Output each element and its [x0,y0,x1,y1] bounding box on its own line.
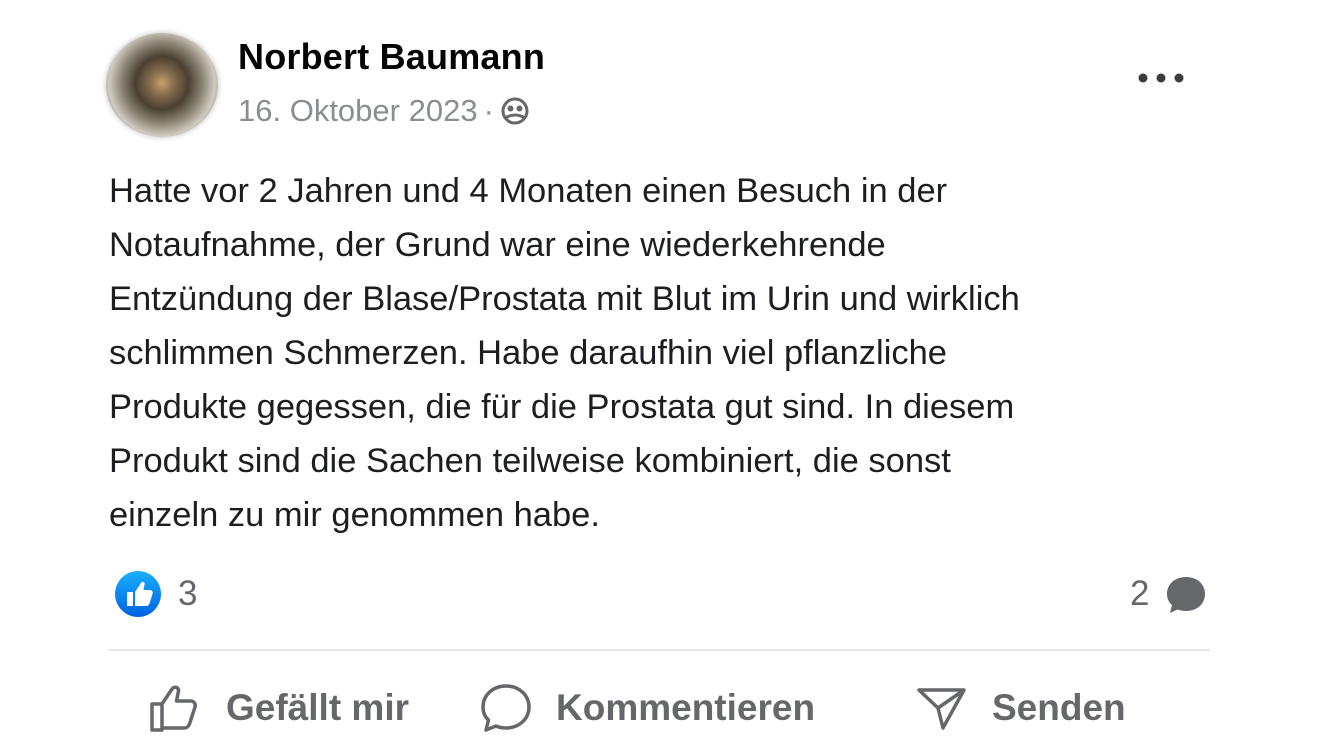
author-avatar[interactable] [106,33,218,137]
more-options-button[interactable] [1134,64,1188,92]
meta-separator: · [483,93,494,128]
send-icon [917,688,966,730]
comment-button-label: Kommentieren [556,687,816,728]
comment-icon [481,684,531,732]
more-dots-icon [1138,73,1184,83]
action-divider [108,649,1210,651]
like-button[interactable]: Gefällt mir [148,680,409,736]
like-reaction-icon[interactable] [114,570,162,618]
like-count[interactable]: 3 [178,574,197,614]
like-button-label: Gefällt mir [226,687,409,728]
comment-count[interactable]: 2 [1130,574,1149,614]
friends-icon [501,97,529,125]
comment-button[interactable]: Kommentieren [478,680,815,736]
post-text: Hatte vor 2 Jahren und 4 Monaten einen B… [109,172,1020,534]
thumbs-up-icon [150,685,197,732]
author-name[interactable]: Norbert Baumann [238,36,545,78]
post-date[interactable]: 16. Oktober 2023 [238,93,478,129]
send-button-label: Senden [992,687,1126,728]
post-meta: 16. Oktober 2023 · [238,93,530,129]
send-button[interactable]: Senden [914,680,1126,736]
comment-bubble-icon[interactable] [1164,574,1208,616]
